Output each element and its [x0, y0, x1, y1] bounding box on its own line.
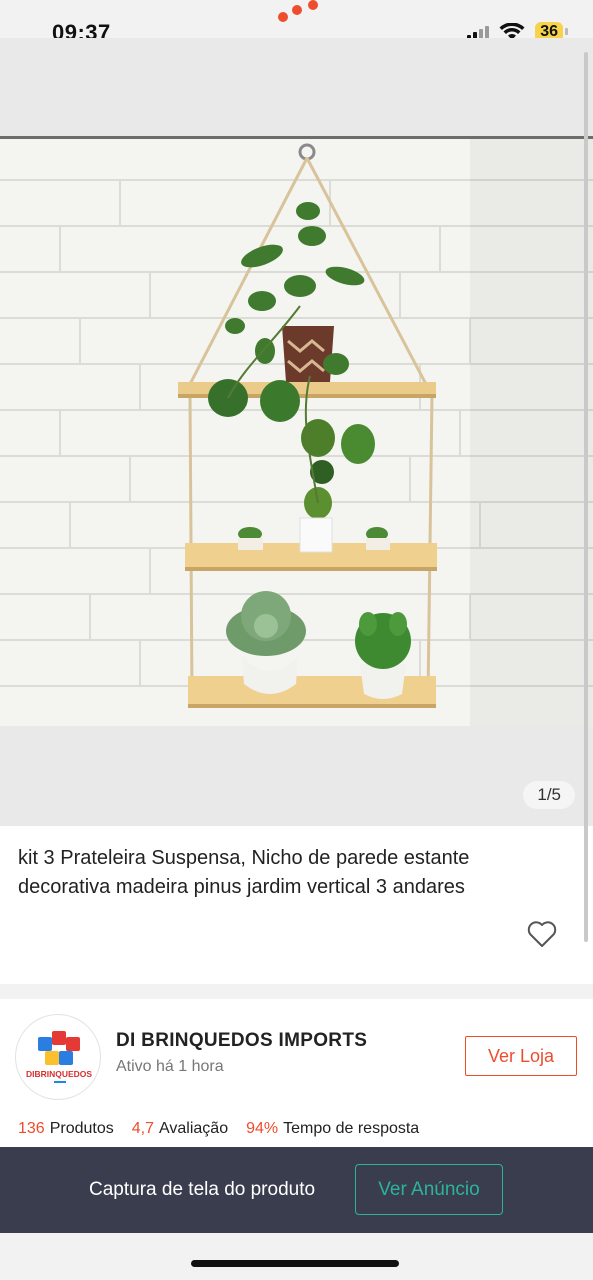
product-title: kit 3 Prateleira Suspensa, Nicho de pare…: [18, 847, 470, 898]
view-ad-button[interactable]: Ver Anúncio: [355, 1164, 503, 1215]
scrollbar[interactable]: [584, 52, 588, 942]
seller-card: DIBRINQUEDOS DI BRINQUEDOS IMPORTS Ativo…: [0, 999, 593, 1147]
product-page: 09:37 36 1/5 kit 3 Prateleira Suspensa, …: [0, 0, 593, 1280]
stat-products: 136 Produtos: [18, 1120, 114, 1137]
heart-outline-icon[interactable]: [526, 918, 558, 950]
product-photo: [0, 136, 593, 726]
stat-rating: 4,7 Avaliação: [131, 1120, 229, 1137]
svg-text:DIBRINQUEDOS: DIBRINQUEDOS: [26, 1069, 92, 1079]
product-info-card: kit 3 Prateleira Suspensa, Nicho de pare…: [0, 826, 593, 984]
recording-dots-icon: [276, 0, 326, 26]
seller-stats: 136 Produtos 4,7 Avaliação 94% Tempo de res…: [18, 1120, 419, 1138]
capture-bar: Captura de tela do produto Ver Anúncio: [0, 1147, 593, 1233]
seller-logo[interactable]: DIBRINQUEDOS: [15, 1014, 101, 1100]
image-top-border: [0, 136, 593, 139]
home-indicator-area: [0, 1233, 593, 1280]
capture-text: Captura de tela do produto: [89, 1179, 316, 1200]
seller-name[interactable]: DI BRINQUEDOS IMPORTS: [116, 1030, 367, 1052]
seller-active-status: Ativo há 1 hora: [116, 1058, 224, 1075]
stat-response-time: 94% Tempo de resposta: [246, 1120, 420, 1137]
home-indicator[interactable]: [191, 1260, 399, 1267]
image-counter: 1/5: [523, 781, 575, 809]
view-store-button[interactable]: Ver Loja: [465, 1036, 577, 1076]
product-image-gallery[interactable]: 1/5: [0, 38, 593, 826]
